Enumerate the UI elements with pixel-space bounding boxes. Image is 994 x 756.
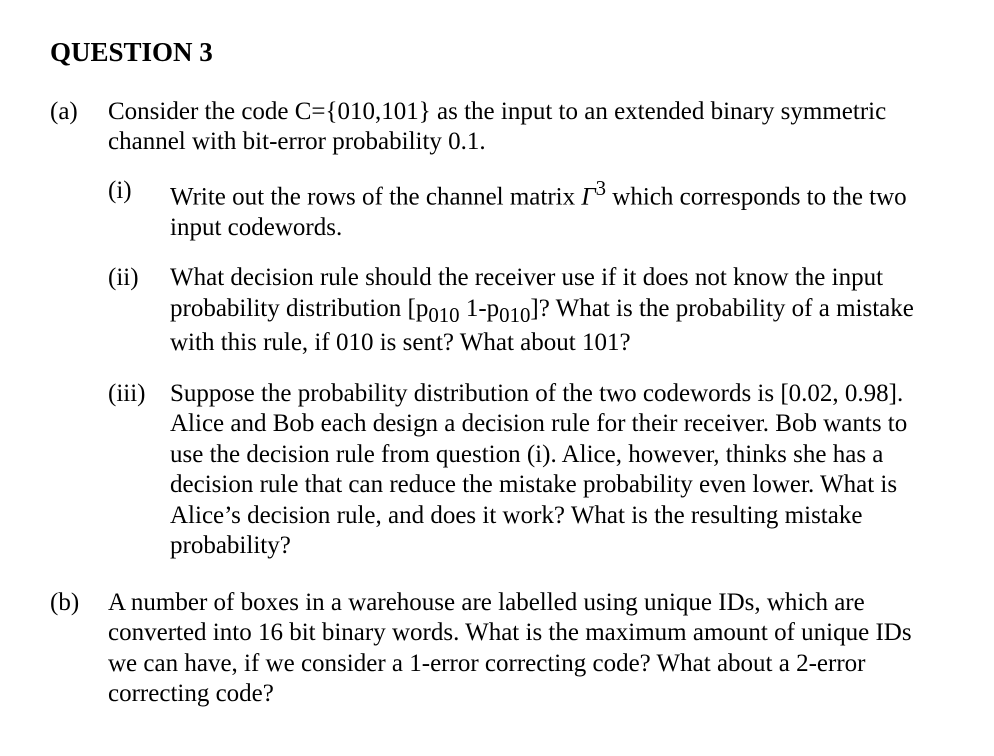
part-a-i-text: Write out the rows of the channel matrix… bbox=[170, 176, 944, 243]
part-a-iii: (iii) Suppose the probability distributi… bbox=[108, 379, 944, 562]
part-a-i: (i) Write out the rows of the channel ma… bbox=[108, 176, 944, 243]
part-b-text: A number of boxes in a warehouse are lab… bbox=[108, 588, 944, 710]
part-a-ii-label: (ii) bbox=[108, 263, 170, 358]
part-a-iii-text: Suppose the probability distribution of … bbox=[170, 379, 944, 562]
gamma-exponent: 3 bbox=[596, 176, 606, 200]
text-fragment: Write out the rows of the channel matrix bbox=[170, 183, 581, 210]
subscript: 010 bbox=[428, 303, 459, 327]
text-fragment: 1-p bbox=[460, 295, 500, 322]
part-a-stem: Consider the code C={010,101} as the inp… bbox=[108, 97, 944, 158]
part-a: (a) Consider the code C={010,101} as the… bbox=[50, 97, 944, 582]
part-a-ii-text: What decision rule should the receiver u… bbox=[170, 263, 944, 358]
part-b-label: (b) bbox=[50, 588, 108, 710]
question-page: QUESTION 3 (a) Consider the code C={010,… bbox=[0, 0, 994, 756]
part-a-body: Consider the code C={010,101} as the inp… bbox=[108, 97, 944, 582]
part-a-label: (a) bbox=[50, 97, 108, 582]
part-a-iii-label: (iii) bbox=[108, 379, 170, 562]
part-a-ii: (ii) What decision rule should the recei… bbox=[108, 263, 944, 358]
gamma-symbol: Γ bbox=[581, 183, 595, 210]
subscript: 010 bbox=[499, 303, 530, 327]
part-a-i-label: (i) bbox=[108, 176, 170, 243]
part-b: (b) A number of boxes in a warehouse are… bbox=[50, 588, 944, 710]
question-heading: QUESTION 3 bbox=[50, 36, 944, 69]
